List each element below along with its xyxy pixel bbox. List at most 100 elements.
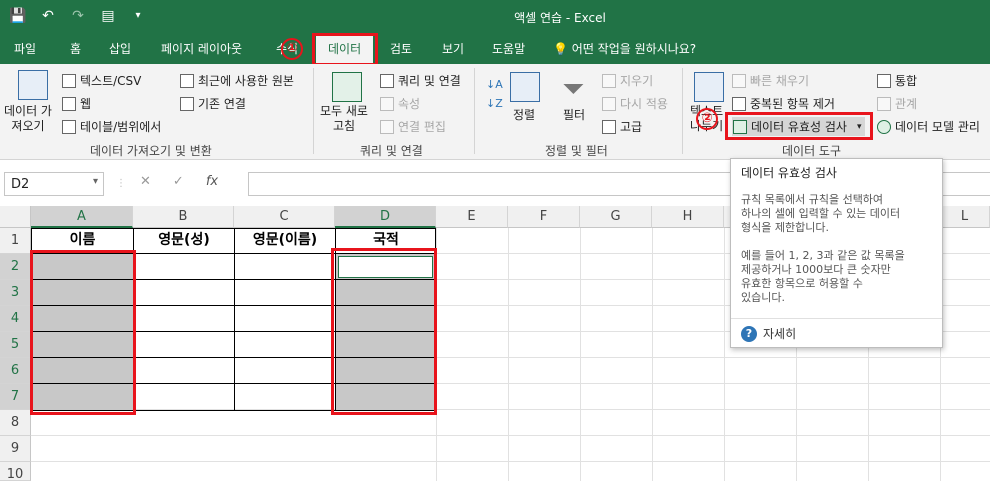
group-separator [682, 68, 683, 154]
cell-b1[interactable]: 영문(성) [134, 228, 234, 253]
insert-function-icon[interactable]: fx [206, 174, 218, 189]
row-header-5[interactable]: 5 [0, 332, 31, 358]
from-table-label: 테이블/범위에서 [80, 120, 162, 134]
edit-links-button[interactable]: 연결 편집 [380, 118, 446, 135]
row-header-10[interactable]: 10 [0, 462, 31, 481]
column-header-c[interactable]: C [234, 206, 335, 228]
select-all-corner[interactable] [0, 206, 31, 228]
refresh-icon [332, 72, 362, 102]
column-header-g[interactable]: G [580, 206, 652, 228]
ribbon-tabs: 파일 홈 삽입 페이지 레이아웃 수식 데이터 검토 보기 도움말 💡 어떤 작… [0, 34, 990, 64]
tab-review[interactable]: 검토 [390, 40, 412, 57]
more-icon: ⋮ [116, 178, 126, 189]
tooltip-divider [731, 318, 942, 319]
step-1-marker: ① [281, 38, 303, 60]
highlight-column-d [331, 248, 437, 415]
web-icon [62, 96, 76, 111]
properties-button[interactable]: 속성 [380, 95, 420, 112]
gridline [31, 461, 990, 462]
from-text-csv-button[interactable]: 텍스트/CSV [62, 72, 141, 89]
tab-view[interactable]: 보기 [442, 40, 464, 57]
tab-help[interactable]: 도움말 [492, 40, 525, 57]
column-header-e[interactable]: E [436, 206, 508, 228]
name-box[interactable]: D2 ▾ [4, 172, 104, 196]
data-model-button[interactable]: 데이터 모델 관리 [877, 118, 980, 135]
tell-me-more-link[interactable]: ? 자세히 [741, 325, 796, 342]
data-model-label: 데이터 모델 관리 [895, 120, 980, 134]
column-header-d[interactable]: D [335, 206, 436, 228]
row-header-8[interactable]: 8 [0, 410, 31, 436]
tell-me-search[interactable]: 💡 어떤 작업을 원하시나요? [553, 40, 696, 57]
remove-duplicates-label: 중복된 항목 제거 [750, 97, 835, 111]
tooltip-more-label: 자세히 [763, 327, 797, 341]
row-header-1[interactable]: 1 [0, 228, 31, 254]
advanced-icon [602, 119, 616, 134]
enter-icon[interactable]: ✓ [173, 174, 184, 189]
queries-icon [380, 73, 394, 88]
advanced-label: 고급 [620, 120, 643, 134]
get-data-button[interactable]: 데이터 가 져오기 [4, 104, 52, 134]
gridline [652, 228, 653, 481]
from-table-button[interactable]: 테이블/범위에서 [62, 118, 161, 135]
tab-page-layout[interactable]: 페이지 레이아웃 [161, 40, 242, 57]
help-icon: ? [741, 325, 757, 342]
existing-connections-button[interactable]: 기존 연결 [180, 95, 246, 112]
column-header-b[interactable]: B [133, 206, 234, 228]
from-web-label: 웹 [80, 97, 92, 111]
tooltip-body: 규칙 목록에서 규칙을 선택하여 하나의 셀에 입력할 수 있는 데이터 형식을… [741, 193, 905, 304]
queries-connections-button[interactable]: 쿼리 및 연결 [380, 72, 461, 89]
column-header-l[interactable]: L [940, 206, 990, 228]
row-header-3[interactable]: 3 [0, 280, 31, 306]
lightbulb-icon: 💡 [553, 42, 568, 56]
text-file-icon [62, 73, 76, 88]
group-label-sort-filter: 정렬 및 필터 [545, 144, 608, 158]
remove-duplicates-button[interactable]: 중복된 항목 제거 [732, 95, 835, 112]
reapply-icon [602, 96, 616, 111]
column-header-h[interactable]: H [652, 206, 724, 228]
sort-button[interactable]: 정렬 [513, 106, 535, 123]
highlight-data-validation [725, 112, 873, 140]
recent-sources-icon [180, 73, 194, 88]
column-header-f[interactable]: F [508, 206, 580, 228]
cancel-icon[interactable]: ✕ [140, 174, 151, 189]
table-icon [62, 119, 76, 134]
tell-me-text: 어떤 작업을 원하시나요? [571, 42, 697, 56]
relationships-button[interactable]: 관계 [877, 95, 917, 112]
tab-insert[interactable]: 삽입 [109, 40, 131, 57]
row-header-4[interactable]: 4 [0, 306, 31, 332]
row-header-2[interactable]: 2 [0, 254, 31, 280]
cell-c1[interactable]: 영문(이름) [235, 228, 335, 253]
clear-filter-button[interactable]: 지우기 [602, 72, 653, 89]
tooltip-title: 데이터 유효성 검사 [741, 166, 837, 180]
data-validation-tooltip: 데이터 유효성 검사 규칙 목록에서 규칙을 선택하여 하나의 셀에 입력할 수… [730, 158, 943, 348]
column-header-a[interactable]: A [31, 206, 133, 228]
filter-button[interactable]: 필터 [563, 106, 585, 123]
relationships-label: 관계 [895, 97, 918, 111]
row-header-7[interactable]: 7 [0, 384, 31, 410]
reapply-label: 다시 적용 [620, 97, 668, 111]
row-header-6[interactable]: 6 [0, 358, 31, 384]
connections-icon [180, 96, 194, 111]
flash-fill-button[interactable]: 빠른 채우기 [732, 72, 809, 89]
chevron-down-icon[interactable]: ▾ [93, 176, 98, 187]
row-header-9[interactable]: 9 [0, 436, 31, 462]
consolidate-button[interactable]: 통합 [877, 72, 917, 89]
reapply-button[interactable]: 다시 적용 [602, 95, 668, 112]
recent-sources-label: 최근에 사용한 원본 [198, 74, 294, 88]
text-to-columns-icon [694, 72, 724, 102]
from-web-button[interactable]: 웹 [62, 95, 91, 112]
group-label-get-transform: 데이터 가져오기 및 변환 [90, 144, 212, 158]
group-label-data-tools: 데이터 도구 [782, 144, 842, 158]
data-model-icon [877, 119, 891, 134]
advanced-filter-button[interactable]: 고급 [602, 118, 642, 135]
tab-file[interactable]: 파일 [14, 40, 36, 57]
sort-descending-icon: ↓Z [486, 97, 503, 110]
recent-sources-button[interactable]: 최근에 사용한 원본 [180, 72, 294, 89]
from-text-label: 텍스트/CSV [80, 74, 142, 88]
clear-icon [602, 73, 616, 88]
queries-conn-label: 쿼리 및 연결 [398, 74, 461, 88]
sort-az-button[interactable]: ↓A ↓Z [486, 78, 503, 110]
refresh-all-button[interactable]: 모두 새로 고침 [320, 104, 368, 134]
tab-home[interactable]: 홈 [70, 40, 81, 57]
edit-links-label: 연결 편집 [398, 120, 446, 134]
